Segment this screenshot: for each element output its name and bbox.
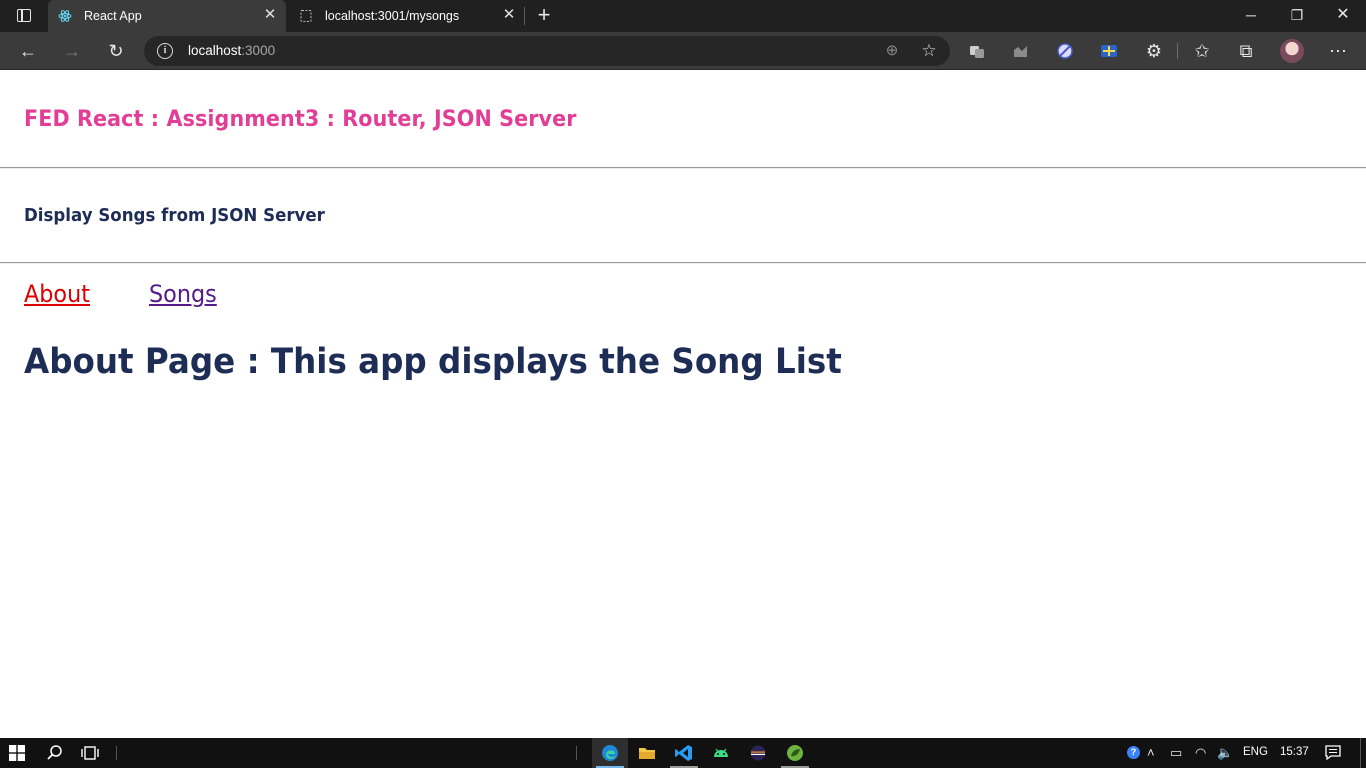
divider [0, 262, 1366, 264]
volume-icon[interactable]: 🔈 [1217, 745, 1233, 761]
favorites-icon[interactable]: ✩ [1191, 40, 1213, 62]
search-icon[interactable] [45, 743, 65, 763]
tab-actions-icon[interactable] [10, 7, 38, 25]
task-view-icon[interactable] [80, 743, 100, 763]
page-heading: About Page : This app displays the Song … [24, 342, 842, 382]
vscode-icon[interactable] [674, 743, 694, 763]
extension-chart-icon[interactable] [1011, 41, 1031, 61]
back-icon[interactable]: ← [17, 40, 39, 62]
wifi-icon[interactable]: ◠ [1195, 745, 1206, 761]
spring-tool-icon[interactable] [785, 743, 805, 763]
tab-react-app[interactable]: React App ✕ [48, 0, 286, 32]
tab-title: React App [84, 9, 142, 23]
notifications-icon[interactable] [1324, 744, 1342, 762]
close-window-icon[interactable]: ✕ [1320, 0, 1366, 32]
add-favorite-icon[interactable]: ☆ [918, 40, 940, 62]
help-icon[interactable]: ? [1127, 746, 1140, 759]
extension-tracker-icon[interactable] [967, 41, 987, 61]
close-tab-icon[interactable]: ✕ [262, 7, 278, 23]
tab-title: localhost:3001/mysongs [325, 9, 460, 23]
sub-title: Display Songs from JSON Server [24, 206, 325, 226]
site-info-icon[interactable]: i [157, 43, 173, 59]
divider [0, 167, 1366, 169]
extension-plane-icon[interactable] [1099, 41, 1119, 61]
close-tab-icon[interactable]: ✕ [501, 7, 517, 23]
eclipse-icon[interactable] [748, 743, 768, 763]
page-content: FED React : Assignment3 : Router, JSON S… [0, 71, 1366, 738]
refresh-icon[interactable]: ↻ [105, 40, 127, 62]
tab-mysongs[interactable]: localhost:3001/mysongs ✕ [289, 0, 525, 32]
tab-separator [524, 7, 525, 25]
more-options-icon[interactable]: ⋯ [1327, 40, 1349, 62]
extension-block-icon[interactable] [1055, 41, 1075, 61]
page-icon [300, 10, 312, 22]
toolbar-separator [1177, 43, 1178, 59]
nav-link-about[interactable]: About [24, 280, 90, 308]
show-desktop-button[interactable] [1360, 738, 1361, 768]
clock-time[interactable]: 15:37 [1280, 746, 1309, 758]
app-title: FED React : Assignment3 : Router, JSON S… [24, 107, 577, 132]
react-icon [58, 10, 72, 22]
windows-taskbar: ? ˄ ▭ ◠ 🔈 ENG 15:37 [0, 738, 1366, 768]
battery-icon[interactable]: ▭ [1170, 745, 1182, 761]
language-indicator[interactable]: ENG [1243, 746, 1268, 758]
extensions-puzzle-icon[interactable]: ⚙ [1143, 40, 1165, 62]
edge-icon[interactable] [600, 743, 620, 763]
minimize-icon[interactable]: ─ [1228, 0, 1274, 32]
zoom-icon[interactable]: ⊕ [882, 41, 902, 61]
restore-icon[interactable]: ❐ [1274, 0, 1320, 32]
android-studio-icon[interactable] [711, 743, 731, 763]
collections-icon[interactable]: ⧉ [1235, 40, 1257, 62]
taskbar-separator [576, 746, 577, 760]
taskbar-separator [116, 746, 117, 760]
tab-strip: React App ✕ localhost:3001/mysongs ✕ + ─… [0, 0, 1366, 32]
profile-avatar[interactable] [1280, 39, 1304, 63]
file-explorer-icon[interactable] [637, 743, 657, 763]
chevron-up-icon[interactable]: ˄ [1147, 745, 1155, 761]
windows-start-icon[interactable] [9, 745, 25, 761]
url-text[interactable]: localhost:3000 [188, 43, 275, 58]
address-bar[interactable]: i localhost:3000 ⊕ ☆ [144, 36, 950, 66]
new-tab-icon[interactable]: + [534, 4, 554, 27]
nav-link-songs[interactable]: Songs [149, 280, 217, 308]
forward-icon[interactable]: → [61, 40, 83, 62]
